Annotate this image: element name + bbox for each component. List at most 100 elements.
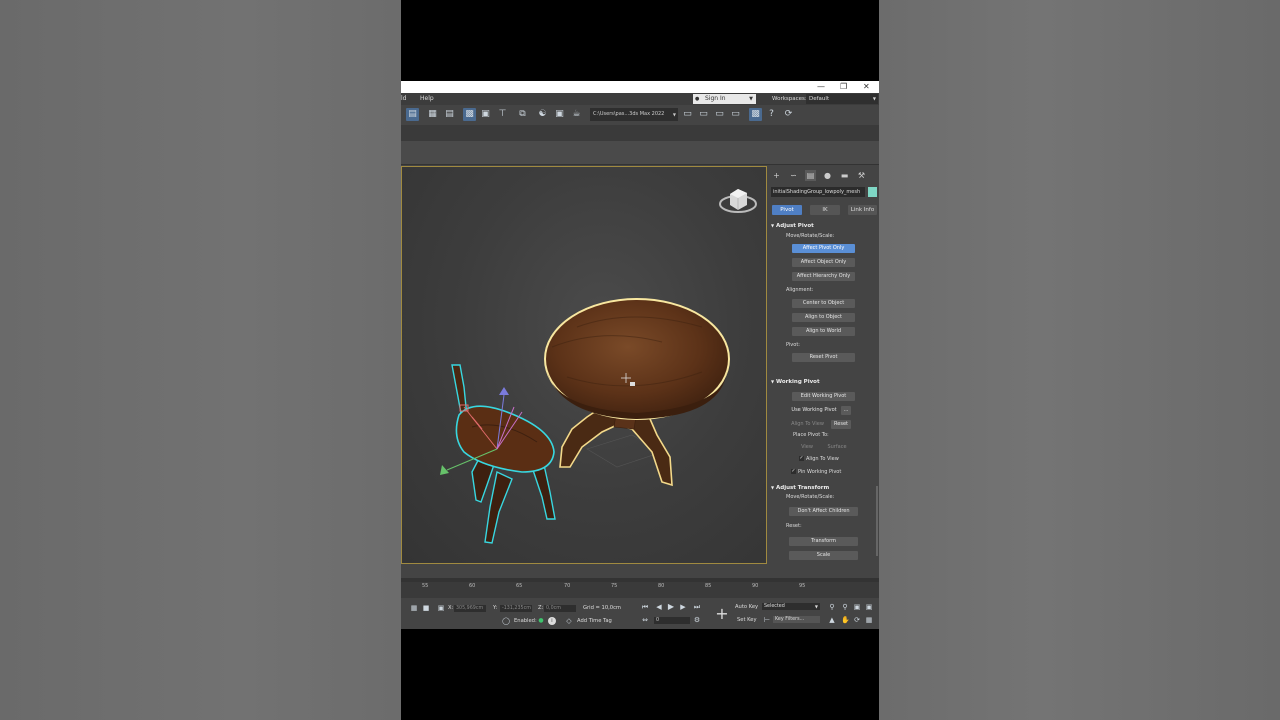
archive-icon[interactable]: ▭ [729, 108, 742, 121]
selection-lock-icon[interactable]: ▦ [410, 604, 418, 612]
sign-in-button[interactable]: ● Sign In ▼ [693, 94, 756, 104]
minimize-icon[interactable]: — [817, 82, 825, 92]
use-working-pivot-button[interactable]: Use Working Pivot [789, 406, 839, 415]
auto-key-button[interactable]: Auto Key [735, 603, 758, 611]
enabled-indicator-icon[interactable]: ● [537, 617, 545, 625]
set-key-big-icon[interactable]: + [714, 606, 730, 622]
render-icon[interactable]: ☕ [570, 108, 583, 121]
key-set-dropdown[interactable]: Selected ▼ [762, 603, 820, 610]
align-to-object-button[interactable]: Align to Object [792, 313, 855, 322]
menu-item-partial[interactable]: ld [401, 95, 406, 103]
pin-working-pivot-checkbox[interactable]: ✓ Pin Working Pivot [791, 469, 841, 476]
isolate-icon[interactable]: ◯ [502, 617, 510, 625]
surface-button[interactable]: Surface [825, 443, 849, 452]
object-name-field[interactable]: initialShadingGroup_lowpoly_mesh [771, 187, 865, 197]
display-tab-icon[interactable]: ▬ [839, 170, 850, 181]
zoom-icon[interactable]: ⚲ [828, 603, 836, 611]
current-frame-field[interactable]: 0 [654, 617, 690, 624]
absolute-mode-icon[interactable]: ▣ [437, 604, 445, 612]
reset-transform-button[interactable]: Transform [789, 537, 858, 546]
info-icon[interactable]: i [548, 617, 556, 625]
align-icon[interactable]: ⊤ [496, 108, 509, 121]
zoom-extents-all-icon[interactable]: ▣ [865, 603, 873, 611]
maximize-viewport-icon[interactable]: ▦ [865, 616, 873, 624]
material-editor-icon[interactable]: ☯ [536, 108, 549, 121]
tab-pivot[interactable]: Pivot [772, 205, 802, 215]
play-icon[interactable]: ▶ [667, 603, 675, 611]
field-of-view-icon[interactable]: ▲ [828, 616, 836, 624]
refresh-icon[interactable]: ⟳ [782, 108, 795, 121]
select-region-icon[interactable]: ▩ [463, 108, 476, 121]
workspace-dropdown[interactable]: Default ▼ [806, 94, 878, 104]
set-key-button[interactable]: Set Key [737, 616, 757, 624]
help-icon[interactable]: ? [765, 108, 778, 121]
folder-icon[interactable]: ▭ [681, 108, 694, 121]
hierarchy-tab-icon[interactable]: ▤ [805, 170, 816, 181]
x-coordinate-field[interactable]: 305,969cm [454, 605, 486, 612]
list-icon[interactable]: ▤ [443, 108, 456, 121]
track-bar[interactable] [401, 578, 879, 582]
user-icon: ● [695, 96, 700, 102]
create-tab-icon[interactable]: + [771, 170, 782, 181]
menu-item-help[interactable]: Help [420, 95, 434, 103]
tab-link-info[interactable]: Link Info [848, 205, 877, 215]
next-frame-icon[interactable]: ▶ [679, 603, 687, 611]
working-pivot-rollout-header[interactable]: ▼ Working Pivot [771, 377, 875, 386]
z-coordinate-field[interactable]: 0,0cm [544, 605, 576, 612]
blurred-background-right [879, 0, 1280, 720]
y-coordinate-field[interactable]: -131,235cm [500, 605, 532, 612]
go-to-end-icon[interactable]: ⏭ [693, 603, 701, 611]
edit-working-pivot-button[interactable]: Edit Working Pivot [792, 392, 855, 401]
reset-working-pivot-button[interactable]: Reset [831, 420, 851, 429]
affect-object-only-button[interactable]: Affect Object Only [792, 258, 855, 267]
tag-icon[interactable]: ◇ [565, 617, 573, 625]
restore-icon[interactable]: ❐ [840, 82, 847, 92]
folder-open-icon[interactable]: ▭ [697, 108, 710, 121]
close-icon[interactable]: ✕ [863, 82, 870, 92]
adjust-pivot-rollout-header[interactable]: ▼ Adjust Pivot [771, 221, 875, 230]
layer-explorer-icon[interactable]: ▤ [406, 108, 419, 121]
snap-icon[interactable]: ▣ [479, 108, 492, 121]
object-color-swatch[interactable] [868, 187, 877, 197]
affect-pivot-only-button[interactable]: Affect Pivot Only [792, 244, 855, 253]
reset-pivot-button[interactable]: Reset Pivot [792, 353, 855, 362]
working-pivot-options-button[interactable]: ... [841, 406, 851, 415]
adjust-transform-rollout-header[interactable]: ▼ Adjust Transform [771, 483, 875, 492]
align-to-world-button[interactable]: Align to World [792, 327, 855, 336]
key-tangent-icon[interactable]: ⊢ [763, 616, 771, 624]
key-filters-button[interactable]: Key Filters... [773, 616, 820, 623]
zoom-all-icon[interactable]: ⚲ [841, 603, 849, 611]
align-to-view-checkbox[interactable]: ✓ Align To View [799, 456, 839, 463]
round-table-model[interactable] [544, 298, 730, 487]
affect-hierarchy-only-button[interactable]: Affect Hierarchy Only [792, 272, 855, 281]
go-to-start-icon[interactable]: ⏮ [641, 603, 649, 611]
motion-tab-icon[interactable]: ● [822, 170, 833, 181]
orbit-icon[interactable]: ⟳ [853, 616, 861, 624]
render-setup-icon[interactable]: ▣ [553, 108, 566, 121]
project-path-dropdown[interactable]: C:\Users\pas...3ds Max 2022 ▼ [590, 108, 678, 121]
utilities-tab-icon[interactable]: ⚒ [856, 170, 867, 181]
schematic-view-icon[interactable]: ⧉ [516, 108, 529, 121]
pan-icon[interactable]: ✋ [841, 616, 850, 624]
adjust-transform-title: Adjust Transform [776, 485, 830, 491]
toggle-ribbon-icon[interactable]: ▩ [749, 108, 762, 121]
zoom-extents-icon[interactable]: ▣ [853, 603, 861, 611]
time-config-icon[interactable]: ⚙ [693, 616, 701, 624]
modify-tab-icon[interactable]: ∽ [788, 170, 799, 181]
reset-scale-button[interactable]: Scale [789, 551, 858, 560]
tab-ik[interactable]: IK [810, 205, 840, 215]
align-to-view-button[interactable]: Align To View [789, 420, 826, 429]
center-to-object-button[interactable]: Center to Object [792, 299, 855, 308]
view-cube[interactable] [719, 189, 757, 213]
timeline-ruler[interactable]: 55 60 65 70 75 80 85 90 95 [401, 578, 879, 598]
key-mode-icon[interactable]: ⇔ [641, 616, 649, 624]
panel-scrollbar[interactable] [876, 486, 878, 556]
add-time-tag-button[interactable]: Add Time Tag [577, 617, 612, 625]
lock-icon[interactable]: ■ [422, 604, 430, 612]
dont-affect-children-button[interactable]: Don't Affect Children [789, 507, 858, 516]
view-button[interactable]: View [797, 443, 817, 452]
save-folder-icon[interactable]: ▭ [713, 108, 726, 121]
previous-frame-icon[interactable]: ◀ [655, 603, 663, 611]
perspective-viewport[interactable] [401, 166, 767, 564]
scene-explorer-icon[interactable]: ▦ [426, 108, 439, 121]
